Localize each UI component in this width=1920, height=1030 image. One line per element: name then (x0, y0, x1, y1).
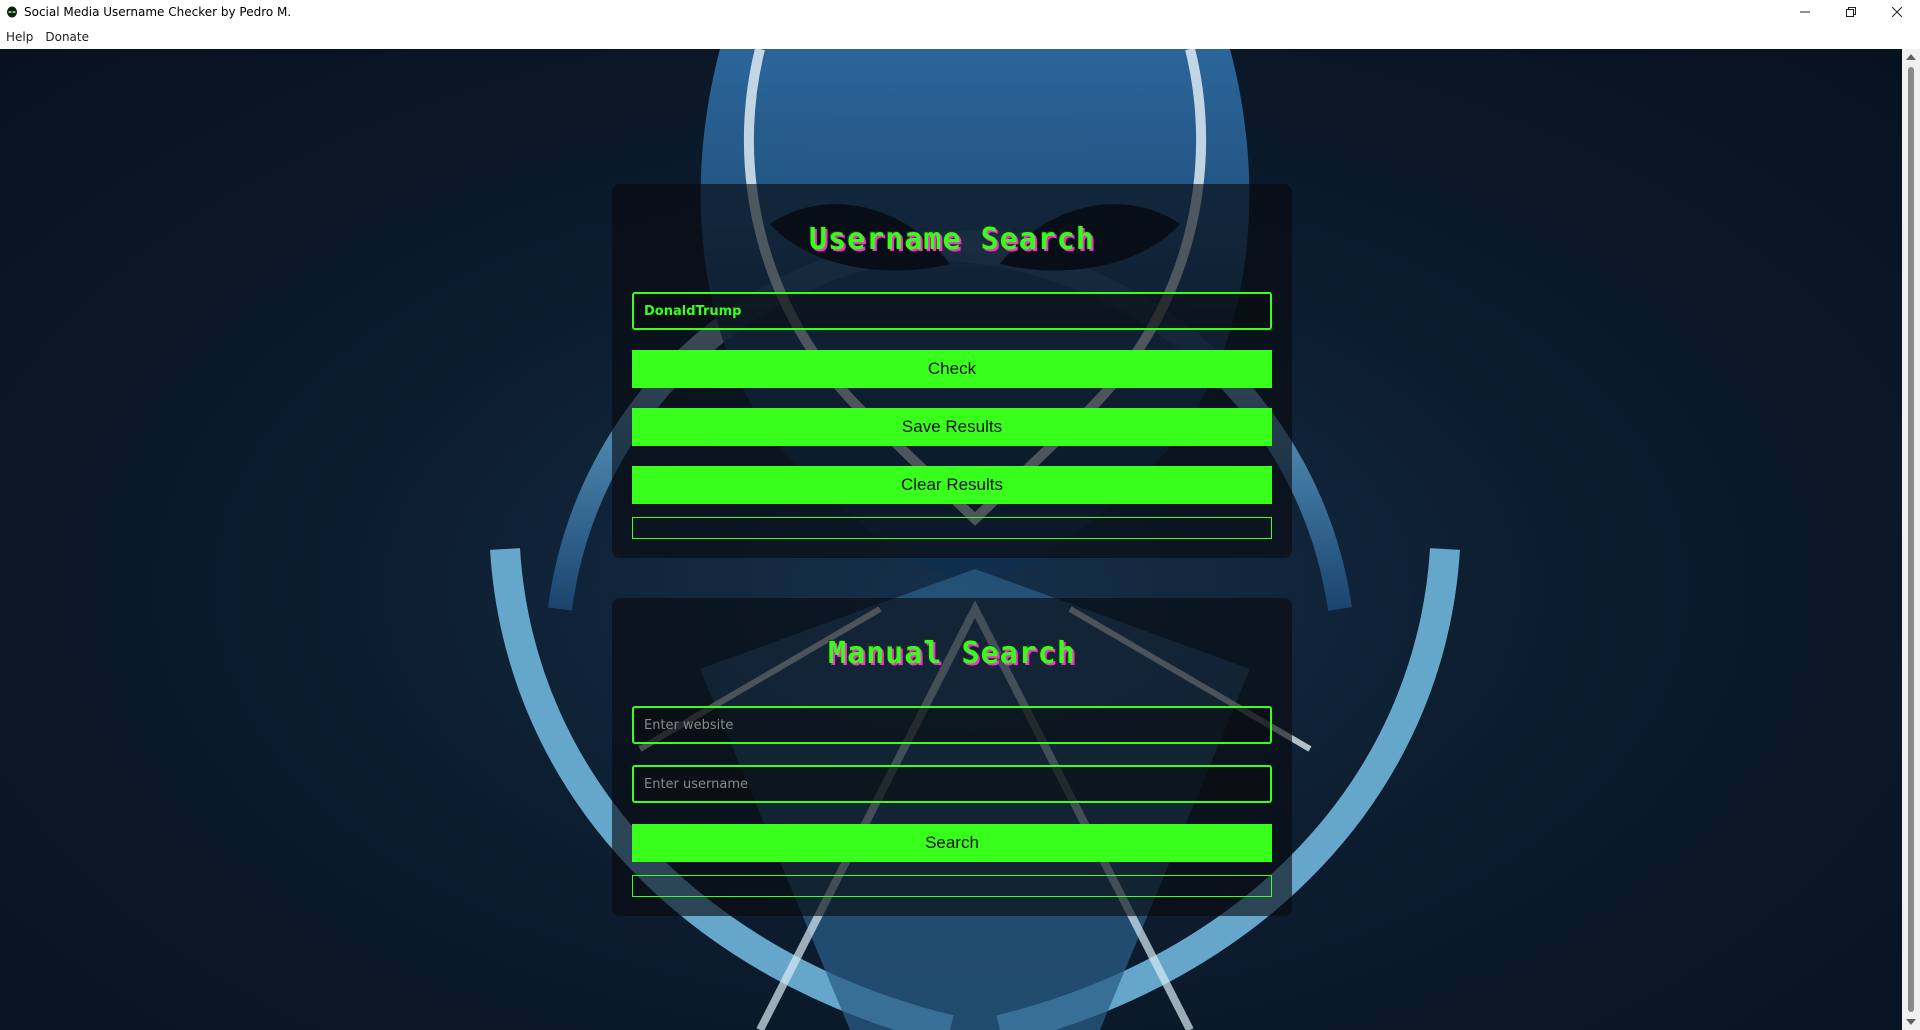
window-titlebar: Social Media Username Checker by Pedro M… (0, 0, 1920, 24)
menu-help[interactable]: Help (0, 30, 39, 44)
save-results-button[interactable]: Save Results (632, 408, 1272, 446)
close-button[interactable] (1874, 0, 1920, 24)
vertical-scrollbar[interactable] (1902, 49, 1920, 1030)
menu-donate[interactable]: Donate (39, 30, 95, 44)
clear-results-button[interactable]: Clear Results (632, 466, 1272, 504)
manual-username-input[interactable] (632, 765, 1272, 803)
username-search-heading: Username Search (809, 222, 1095, 257)
restore-button[interactable] (1828, 0, 1874, 24)
alien-icon (7, 6, 17, 18)
app-content: Username Search Check Save Results Clear… (0, 49, 1902, 1030)
username-search-panel: Username Search Check Save Results Clear… (612, 184, 1292, 558)
manual-search-panel: Manual Search Search (612, 598, 1292, 916)
restore-icon (1846, 7, 1856, 17)
scroll-down-icon[interactable] (1906, 1019, 1916, 1025)
menu-bar: Help Donate (0, 24, 1920, 49)
minimize-icon (1800, 11, 1810, 13)
username-input[interactable] (632, 292, 1272, 330)
minimize-button[interactable] (1782, 0, 1828, 24)
username-results-box (632, 517, 1272, 539)
check-button[interactable]: Check (632, 350, 1272, 388)
manual-search-heading: Manual Search (828, 636, 1076, 671)
scroll-up-icon[interactable] (1906, 54, 1916, 60)
scrollbar-thumb[interactable] (1908, 67, 1914, 1012)
search-button[interactable]: Search (632, 824, 1272, 862)
website-input[interactable] (632, 706, 1272, 744)
manual-results-box (632, 875, 1272, 897)
window-title: Social Media Username Checker by Pedro M… (24, 5, 292, 19)
close-icon (1892, 7, 1902, 17)
